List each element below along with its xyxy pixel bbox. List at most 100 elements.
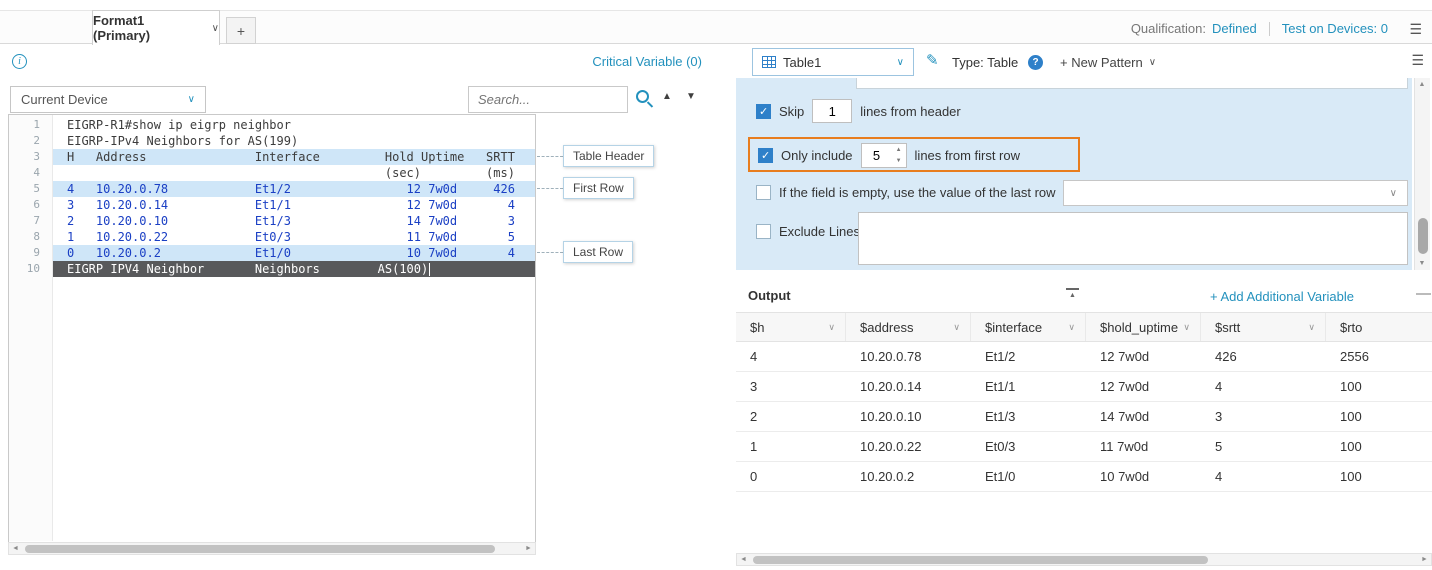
search-previous-button[interactable]: ▲: [662, 91, 672, 102]
help-icon[interactable]: ?: [1028, 55, 1043, 70]
editor-line-matched-keyword[interactable]: 10 EIGRP IPV4 Neighbor Neighbors AS(100): [9, 261, 535, 277]
skip-label-prefix: Skip: [779, 104, 804, 119]
pattern-type-label: Type: Table: [952, 55, 1018, 70]
skip-lines-checkbox[interactable]: [756, 104, 771, 119]
chevron-down-icon: ∨: [828, 322, 835, 333]
menu-icon[interactable]: ☰: [1409, 21, 1422, 38]
scroll-right-icon[interactable]: ►: [1418, 554, 1431, 565]
empty-field-value-dropdown[interactable]: ∨: [1063, 180, 1408, 206]
editor-line[interactable]: 7 2 10.20.0.10 Et1/3 14 7w0d 3: [9, 213, 535, 229]
last-row-marker[interactable]: Last Row: [563, 241, 633, 263]
column-header-interface[interactable]: $interface ∨: [971, 313, 1086, 341]
table-row[interactable]: 1 10.20.0.22 Et0/3 11 7w0d 5 100: [736, 432, 1432, 462]
edit-pattern-icon[interactable]: ✎: [926, 51, 939, 69]
scrollbar-thumb[interactable]: [25, 545, 495, 553]
editor-line[interactable]: 4 (sec) (ms): [9, 165, 535, 181]
connector-line: [537, 252, 563, 253]
stepper-up-icon[interactable]: ▲: [894, 145, 904, 155]
search-input[interactable]: [469, 87, 627, 112]
table-row[interactable]: 0 10.20.0.2 Et1/0 10 7w0d 4 100: [736, 462, 1432, 492]
line-text: 1 10.20.0.22 Et0/3 11 7w0d 5: [53, 229, 535, 245]
empty-field-checkbox[interactable]: [756, 185, 771, 200]
top-right-status: Qualification: Defined Test on Devices: …: [1131, 21, 1388, 36]
exclude-lines-checkbox[interactable]: [756, 224, 771, 239]
skip-lines-input[interactable]: [812, 99, 852, 123]
add-additional-variable-link[interactable]: + Add Additional Variable: [1210, 289, 1354, 304]
only-include-label-suffix: lines from first row: [915, 148, 1020, 163]
search-box: [468, 86, 628, 113]
device-selector[interactable]: Current Device ∨: [10, 86, 206, 113]
line-number: 1: [9, 117, 53, 133]
critical-variable-link[interactable]: Critical Variable (0): [560, 54, 702, 69]
new-pattern-button[interactable]: + New Pattern ∨: [1060, 55, 1156, 70]
chevron-down-icon: ∨: [212, 23, 219, 34]
editor-line-first-row[interactable]: 5 4 10.20.0.78 Et1/2 12 7w0d 426: [9, 181, 535, 197]
chevron-down-icon: ∨: [1183, 322, 1190, 333]
line-text: EIGRP-IPv4 Neighbors for AS(199): [53, 133, 535, 149]
line-text: EIGRP-R1#show ip eigrp neighbor: [53, 117, 535, 133]
chevron-down-icon: ∨: [1068, 322, 1075, 333]
editor-line[interactable]: 2 EIGRP-IPv4 Neighbors for AS(199): [9, 133, 535, 149]
exclude-lines-label: Exclude Lines: [779, 224, 860, 239]
add-format-tab-button[interactable]: +: [226, 17, 256, 44]
qualification-value-link[interactable]: Defined: [1212, 21, 1257, 36]
table-row[interactable]: 3 10.20.0.14 Et1/1 12 7w0d 4 100: [736, 372, 1432, 402]
column-header-rto[interactable]: $rto: [1326, 313, 1432, 341]
chevron-down-icon: ∨: [1390, 188, 1397, 199]
column-header-address[interactable]: $address ∨: [846, 313, 971, 341]
scrollbar-thumb[interactable]: [753, 556, 1208, 564]
editor-line[interactable]: 1 EIGRP-R1#show ip eigrp neighbor: [9, 117, 535, 133]
minimize-icon[interactable]: —: [1416, 285, 1431, 302]
editor-line[interactable]: 6 3 10.20.0.14 Et1/1 12 7w0d 4: [9, 197, 535, 213]
divider: [1269, 22, 1270, 36]
tab-label: Format1 (Primary): [93, 13, 205, 43]
line-number: 8: [9, 229, 53, 245]
skip-lines-setting: Skip lines from header: [756, 99, 961, 123]
device-selector-value: Current Device: [21, 92, 108, 107]
new-pattern-label: + New Pattern: [1060, 55, 1143, 70]
settings-vertical-scrollbar[interactable]: ▲ ▼: [1414, 78, 1430, 270]
column-header-h[interactable]: $h ∨: [736, 313, 846, 341]
only-include-checkbox[interactable]: [758, 148, 773, 163]
scroll-left-icon[interactable]: ◄: [737, 554, 750, 565]
scroll-down-icon[interactable]: ▼: [1415, 257, 1429, 270]
column-header-hold-uptime[interactable]: $hold_uptime ∨: [1086, 313, 1201, 341]
tab-format1-primary[interactable]: Format1 (Primary) ∨: [92, 10, 220, 45]
only-include-label-prefix: Only include: [781, 148, 853, 163]
search-icon[interactable]: [636, 90, 649, 103]
qualification-label: Qualification:: [1131, 21, 1206, 36]
sample-output-editor[interactable]: 1 EIGRP-R1#show ip eigrp neighbor 2 EIGR…: [8, 114, 536, 555]
column-header-srtt[interactable]: $srtt ∨: [1201, 313, 1326, 341]
output-horizontal-scrollbar[interactable]: ◄ ►: [736, 553, 1432, 566]
editor-line-last-row[interactable]: 9 0 10.20.0.2 Et1/0 10 7w0d 4: [9, 245, 535, 261]
test-on-devices-link[interactable]: Test on Devices: 0: [1282, 21, 1388, 36]
info-icon[interactable]: i: [12, 54, 27, 69]
line-number: 2: [9, 133, 53, 149]
line-text: (sec) (ms): [53, 165, 535, 181]
exclude-lines-textarea[interactable]: [858, 212, 1408, 265]
table-row[interactable]: 4 10.20.0.78 Et1/2 12 7w0d 426 2556: [736, 342, 1432, 372]
table-header-marker[interactable]: Table Header: [563, 145, 654, 167]
table-row[interactable]: 2 10.20.0.10 Et1/3 14 7w0d 3 100: [736, 402, 1432, 432]
panel-menu-icon[interactable]: ☰: [1411, 52, 1424, 69]
editor-line[interactable]: 8 1 10.20.0.22 Et0/3 11 7w0d 5: [9, 229, 535, 245]
stepper-down-icon[interactable]: ▼: [894, 156, 904, 166]
connector-line: [537, 188, 563, 189]
pattern-selector-value: Table1: [783, 55, 821, 70]
line-text: 2 10.20.0.10 Et1/3 14 7w0d 3: [53, 213, 535, 229]
search-next-button[interactable]: ▼: [686, 91, 696, 102]
first-row-marker[interactable]: First Row: [563, 177, 634, 199]
table-icon: [762, 56, 776, 68]
chevron-down-icon: ∨: [897, 57, 904, 68]
scroll-up-icon[interactable]: ▲: [1415, 78, 1429, 91]
line-number: 4: [9, 165, 53, 181]
collapse-panel-icon[interactable]: ▲: [1066, 288, 1079, 300]
pattern-selector[interactable]: Table1 ∨: [752, 48, 914, 76]
plus-icon: +: [237, 23, 245, 39]
scroll-left-icon[interactable]: ◄: [9, 543, 22, 554]
scrollbar-thumb[interactable]: [1418, 218, 1428, 254]
scroll-right-icon[interactable]: ►: [522, 543, 535, 554]
editor-horizontal-scrollbar[interactable]: ◄ ►: [8, 542, 536, 555]
text-cursor: [429, 263, 430, 276]
editor-line-table-header[interactable]: 3 H Address Interface Hold Uptime SRTT: [9, 149, 535, 165]
